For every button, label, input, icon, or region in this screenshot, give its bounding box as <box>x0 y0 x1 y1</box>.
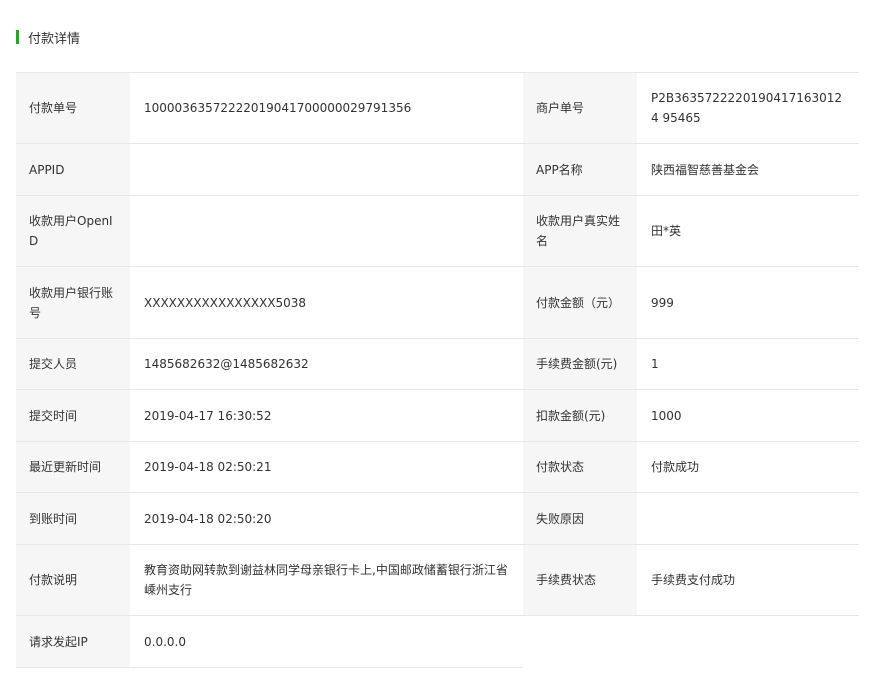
section-header: 付款详情 <box>16 29 81 47</box>
value-submit-time: 2019-04-17 16:30:52 <box>130 390 523 442</box>
value-update-time: 2019-04-18 02:50:21 <box>130 442 523 493</box>
label-fee-amount: 手续费金额(元) <box>523 339 637 390</box>
value-fee-amount: 1 <box>637 339 859 390</box>
label-fail-reason: 失败原因 <box>523 493 637 545</box>
empty-cell <box>637 616 859 668</box>
value-payment-desc: 教育资助网转款到谢益林同学母亲银行卡上,中国邮政储蓄银行浙江省嵊州支行 <box>130 545 523 616</box>
value-deduct-amount: 1000 <box>637 390 859 442</box>
value-bank-account: XXXXXXXXXXXXXXXX5038 <box>130 267 523 339</box>
value-real-name: 田*英 <box>637 196 859 267</box>
value-submitter: 1485682632@1485682632 <box>130 339 523 390</box>
value-merchant-no: P2B36357222201904171630124 95465 <box>637 73 859 144</box>
value-payment-no: 10000363572222019041700000029791356 <box>130 73 523 144</box>
value-payment-status: 付款成功 <box>637 442 859 493</box>
section-title: 付款详情 <box>28 31 81 47</box>
value-fee-status: 手续费支付成功 <box>637 545 859 616</box>
label-payment-status: 付款状态 <box>523 442 637 493</box>
value-arrival-time: 2019-04-18 02:50:20 <box>130 493 523 545</box>
label-fee-status: 手续费状态 <box>523 545 637 616</box>
label-submitter: 提交人员 <box>16 339 130 390</box>
label-update-time: 最近更新时间 <box>16 442 130 493</box>
value-payment-amount: 999 <box>637 267 859 339</box>
label-app-name: APP名称 <box>523 144 637 196</box>
payment-detail-table: 付款单号 10000363572222019041700000029791356… <box>16 72 859 668</box>
label-submit-time: 提交时间 <box>16 390 130 442</box>
value-app-name: 陕西福智慈善基金会 <box>637 144 859 196</box>
label-arrival-time: 到账时间 <box>16 493 130 545</box>
value-request-ip: 0.0.0.0 <box>130 616 523 668</box>
value-appid <box>130 144 523 196</box>
value-openid <box>130 196 523 267</box>
empty-cell <box>523 616 637 668</box>
label-bank-account: 收款用户银行账号 <box>16 267 130 339</box>
label-payment-desc: 付款说明 <box>16 545 130 616</box>
label-deduct-amount: 扣款金额(元) <box>523 390 637 442</box>
label-request-ip: 请求发起IP <box>16 616 130 668</box>
label-appid: APPID <box>16 144 130 196</box>
label-real-name: 收款用户真实姓名 <box>523 196 637 267</box>
section-accent-bar <box>16 30 19 44</box>
label-payment-no: 付款单号 <box>16 73 130 144</box>
value-fail-reason <box>637 493 859 545</box>
label-openid: 收款用户OpenID <box>16 196 130 267</box>
label-payment-amount: 付款金额（元） <box>523 267 637 339</box>
label-merchant-no: 商户单号 <box>523 73 637 144</box>
